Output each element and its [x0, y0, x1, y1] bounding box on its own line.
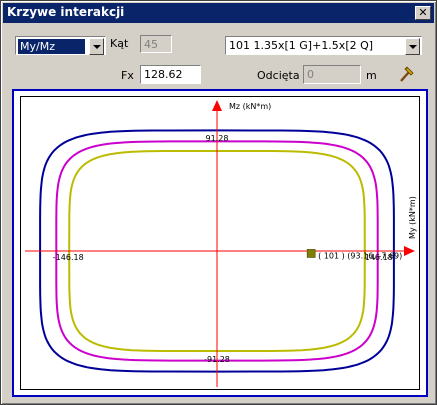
interaction-chart: Mz (kN*m)My (kN*m)-146.18 146.1891.28-91.…	[25, 100, 417, 387]
chevron-down-icon[interactable]	[89, 38, 104, 55]
combination-select[interactable]: 101 1.35x[1 G]+1.5x[2 Q]	[225, 36, 422, 55]
fx-field-value: 128.62	[144, 68, 183, 81]
offset-field-value: 0	[307, 68, 314, 81]
y-tick-label-top: 91.28	[206, 134, 229, 143]
hammer-icon[interactable]	[397, 64, 417, 84]
title-bar[interactable]: Krzywe interakcji ✕	[3, 3, 434, 23]
y-axis-title: Mz (kN*m)	[229, 102, 271, 111]
angle-field: 45	[140, 35, 172, 53]
x-tick-label-left: -146.18	[53, 253, 84, 262]
chart-area: Mz (kN*m) My (kN*m) -146.18 146.18 91.28 -91.…	[20, 96, 420, 390]
offset-unit: m	[366, 69, 377, 82]
y-tick-label-bottom: -91.28	[204, 355, 230, 364]
interaction-curves-window: Krzywe interakcji ✕ My/Mz Kąt 45 101 1.3…	[0, 0, 437, 405]
data-point-label: ( 101 ) (93.16, -7.69)	[318, 251, 402, 260]
close-icon: ✕	[418, 6, 428, 19]
x-axis-arrow	[404, 246, 415, 256]
fx-label: Fx	[121, 69, 134, 82]
close-button[interactable]: ✕	[415, 6, 431, 20]
chevron-down-icon[interactable]	[405, 38, 420, 55]
y-axis-arrow	[212, 100, 222, 111]
angle-label: Kąt	[110, 37, 129, 50]
x-axis-title: My (kN*m)	[408, 196, 417, 239]
offset-field: 0	[303, 65, 361, 84]
data-point-marker	[306, 249, 316, 258]
plane-select-value: My/Mz	[18, 39, 85, 54]
fx-field[interactable]: 128.62	[140, 65, 201, 84]
offset-label: Odcięta	[257, 69, 300, 82]
window-title: Krzywe interakcji	[7, 5, 125, 19]
combination-select-value: 101 1.35x[1 G]+1.5x[2 Q]	[229, 39, 374, 52]
plane-select[interactable]: My/Mz	[15, 36, 106, 55]
angle-field-value: 45	[144, 38, 158, 51]
plot-frame: Mz (kN*m) My (kN*m) -146.18 146.18 91.28 -91.…	[12, 89, 428, 397]
